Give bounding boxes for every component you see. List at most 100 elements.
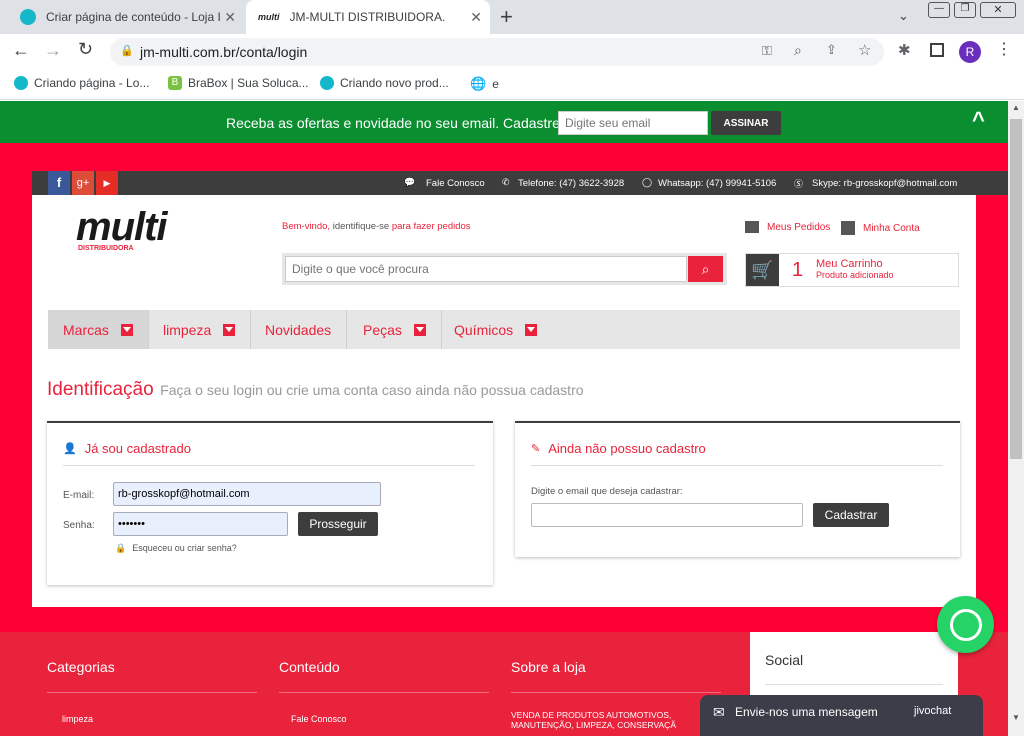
scrollbar-thumb[interactable]: [1010, 119, 1022, 459]
nav-novidades[interactable]: Novidades: [250, 310, 348, 349]
register-heading: ✎ Ainda não possuo cadastro: [531, 441, 706, 456]
cadastrar-button[interactable]: Cadastrar: [813, 503, 889, 527]
bookmark-label: BraBox | Sua Soluca...: [188, 76, 309, 90]
email-field[interactable]: [113, 482, 381, 506]
tab-jm-multi[interactable]: multi JM-MULTI DISTRIBUIDORA. ✕: [246, 0, 490, 34]
whatsapp-text: Whatsapp: (47) 99941-5106: [658, 178, 777, 189]
nav-quimicos[interactable]: Químicos: [439, 310, 552, 349]
meus-pedidos-link[interactable]: Meus Pedidos: [745, 221, 830, 233]
fale-conosco-link[interactable]: Fale Conosco: [426, 178, 485, 189]
welcome-suffix: para fazer pedidos: [389, 221, 471, 232]
tab-search-icon[interactable]: ⌄: [898, 8, 909, 24]
whatsapp-button[interactable]: [937, 596, 994, 653]
list-icon: [745, 221, 759, 233]
whatsapp-icon: [949, 608, 982, 641]
lock-icon: 🔒: [120, 45, 134, 57]
divider: [63, 465, 475, 466]
meus-pedidos-label: Meus Pedidos: [767, 221, 831, 233]
zoom-icon[interactable]: ⌕: [794, 42, 802, 59]
bookmark-item[interactable]: Criando novo prod...: [320, 76, 449, 90]
user-icon: 👤: [63, 443, 77, 455]
google-plus-icon[interactable]: g+: [72, 171, 94, 195]
key-icon[interactable]: ⚿: [762, 43, 772, 59]
dropdown-icon: [120, 323, 133, 336]
cart-title: Meu Carrinho: [816, 258, 883, 270]
bookmark-star-icon[interactable]: ☆: [858, 41, 871, 59]
register-heading-text: Ainda não possuo cadastro: [548, 441, 706, 456]
reload-icon[interactable]: ↻: [78, 39, 93, 60]
menu-icon[interactable]: ⋮: [996, 39, 1012, 59]
tab-strip: Criar página de conteúdo - Loja I ✕ mult…: [0, 0, 1024, 34]
address-bar[interactable]: 🔒 jm-multi.com.br/conta/login ⚿ ⌕ ⇪ ☆: [110, 38, 884, 66]
register-email-input[interactable]: [531, 503, 803, 527]
nav-pecas[interactable]: Peças: [348, 310, 442, 349]
extensions-icon[interactable]: ✱: [898, 41, 911, 59]
divider: [47, 692, 257, 693]
welcome-message: Bem-vindo, identifique-se para fazer ped…: [282, 221, 471, 232]
footer-categorias-item[interactable]: limpeza: [62, 714, 93, 724]
cart-widget[interactable]: 🛒 1 Meu Carrinho Produto adicionado: [745, 253, 959, 287]
sidebar-icon[interactable]: [930, 43, 944, 57]
share-icon[interactable]: ⇪: [826, 42, 837, 58]
close-window-button[interactable]: ✕: [980, 2, 1016, 18]
site-logo[interactable]: multi DISTRIBUIDORA: [76, 205, 236, 261]
scroll-up-icon[interactable]: ▲: [1012, 103, 1020, 112]
footer-categorias-heading: Categorias: [47, 659, 115, 675]
back-icon[interactable]: ←: [12, 40, 30, 61]
restore-button[interactable]: ❐: [954, 2, 976, 18]
bookmark-label: Criando novo prod...: [340, 76, 449, 90]
nav-limpeza[interactable]: limpeza: [148, 310, 252, 349]
edit-icon: ✎: [531, 443, 541, 455]
lock-icon: 🔒: [115, 543, 127, 553]
minimize-button[interactable]: —: [928, 2, 950, 18]
collapse-chevron-icon[interactable]: ^: [972, 107, 985, 133]
main-nav: Marcas limpeza Novidades Peças Químicos: [48, 310, 960, 349]
footer-sobre-heading: Sobre a loja: [511, 659, 586, 675]
search-button[interactable]: ⌕: [688, 256, 723, 282]
prosseguir-button[interactable]: Prosseguir: [298, 512, 378, 536]
scrollbar[interactable]: ▲ ▼: [1008, 101, 1024, 736]
phone-icon: ✆: [502, 177, 510, 187]
bookmark-favicon-icon: [14, 76, 28, 90]
nav-marcas[interactable]: Marcas: [48, 310, 149, 349]
skype-text: Skype: rb-grosskopf@hotmail.com: [812, 178, 958, 189]
new-tab-button[interactable]: +: [500, 4, 513, 30]
bookmark-item[interactable]: Criando página - Lo...: [14, 76, 149, 90]
cart-icon: 🛒: [746, 254, 779, 286]
globe-icon: 🌐: [470, 76, 487, 91]
search-input[interactable]: [285, 256, 687, 282]
footer-conteudo-item[interactable]: Fale Conosco: [291, 714, 347, 724]
profile-avatar[interactable]: R: [959, 41, 981, 63]
nav-label: Químicos: [454, 321, 514, 338]
password-field[interactable]: [113, 512, 288, 536]
facebook-icon[interactable]: f: [48, 171, 70, 195]
whatsapp-small-icon: ◯: [642, 177, 653, 187]
nav-label: Novidades: [265, 321, 332, 338]
minha-conta-link[interactable]: Minha Conta: [841, 221, 920, 235]
forgot-password-link[interactable]: 🔒 Esqueceu ou criar senha?: [115, 543, 237, 554]
close-tab-icon[interactable]: ✕: [470, 9, 482, 26]
scroll-down-icon[interactable]: ▼: [1012, 713, 1020, 722]
youtube-icon[interactable]: ▶: [96, 171, 118, 195]
bookmark-label: e: [492, 77, 499, 91]
page-subtitle: Faça o seu login ou crie uma conta caso …: [160, 382, 584, 398]
user-icon: [841, 221, 855, 235]
tab-criar-pagina[interactable]: Criar página de conteúdo - Loja I ✕: [8, 0, 244, 34]
browser-toolbar: ← → ↻ 🔒 jm-multi.com.br/conta/login ⚿ ⌕ …: [0, 34, 1024, 70]
close-tab-icon[interactable]: ✕: [224, 9, 236, 26]
identify-link[interactable]: identifique-se: [330, 221, 390, 232]
bookmark-item[interactable]: B BraBox | Sua Soluca...: [168, 76, 309, 90]
bookmarks-bar: Criando página - Lo... B BraBox | Sua So…: [0, 70, 1024, 100]
bookmark-favicon-icon: [320, 76, 334, 90]
divider: [531, 465, 943, 466]
page-title: Identificação: [47, 379, 154, 400]
chat-brand: jivochat: [914, 705, 952, 717]
nav-label: Marcas: [63, 321, 109, 338]
newsletter-email-input[interactable]: [558, 111, 708, 135]
footer-conteudo-heading: Conteúdo: [279, 659, 340, 675]
subscribe-button[interactable]: ASSINAR: [711, 111, 781, 135]
jivochat-widget[interactable]: ✉ Envie-nos uma mensagem jivochat: [700, 695, 983, 736]
footer-sobre-text: VENDA DE PRODUTOS AUTOMOTIVOS, MANUTENÇÃ…: [511, 710, 676, 730]
bookmark-item[interactable]: 🌐 e: [470, 76, 499, 92]
forward-icon[interactable]: →: [44, 40, 62, 61]
